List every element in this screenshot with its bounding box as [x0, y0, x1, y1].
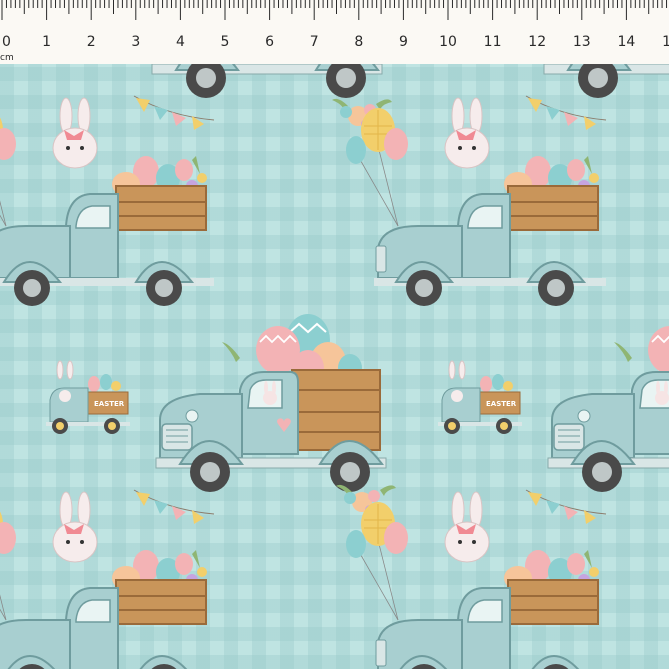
ruler-label: 1 — [42, 34, 51, 50]
partial-truck-top-left — [151, 64, 383, 99]
ruler-label: 0 — [2, 34, 11, 50]
egg-truck-center — [155, 313, 387, 493]
ruler-label: 3 — [131, 34, 140, 50]
ruler-label: 6 — [265, 34, 274, 50]
ruler-label: 12 — [528, 34, 546, 50]
ruler-scale: 0123456789101112131415cm — [0, 0, 669, 63]
ruler-label: 2 — [87, 34, 96, 50]
ruler-label: 14 — [617, 34, 635, 50]
ruler-label: 7 — [310, 34, 319, 50]
bunny-truck-lower-left — [0, 489, 215, 669]
small-truck-right — [437, 360, 523, 435]
ruler-label: 9 — [399, 34, 408, 50]
ruler-label: 13 — [573, 34, 591, 50]
small-truck-left — [45, 360, 131, 435]
measuring-ruler: 0123456789101112131415cm — [0, 0, 669, 65]
ruler-label: 15 — [662, 34, 669, 50]
ruler-label: 8 — [354, 34, 363, 50]
bunny-truck-lower-right — [345, 489, 607, 669]
ruler-label: 11 — [484, 34, 502, 50]
ruler-label: 10 — [439, 34, 457, 50]
fabric-swatch-view: 0123456789101112131415cm — [0, 0, 669, 669]
ruler-unit-label: cm — [0, 53, 14, 63]
pattern-artwork: EASTER — [0, 64, 669, 669]
bunny-truck-upper-left — [0, 95, 215, 307]
easter-truck-fabric-pattern: EASTER — [0, 64, 669, 669]
bunny-truck-upper-right — [345, 95, 607, 307]
partial-truck-top-right — [543, 64, 669, 99]
ruler-label: 5 — [221, 34, 230, 50]
ruler-label: 4 — [176, 34, 185, 50]
egg-truck-right-edge — [547, 313, 669, 493]
